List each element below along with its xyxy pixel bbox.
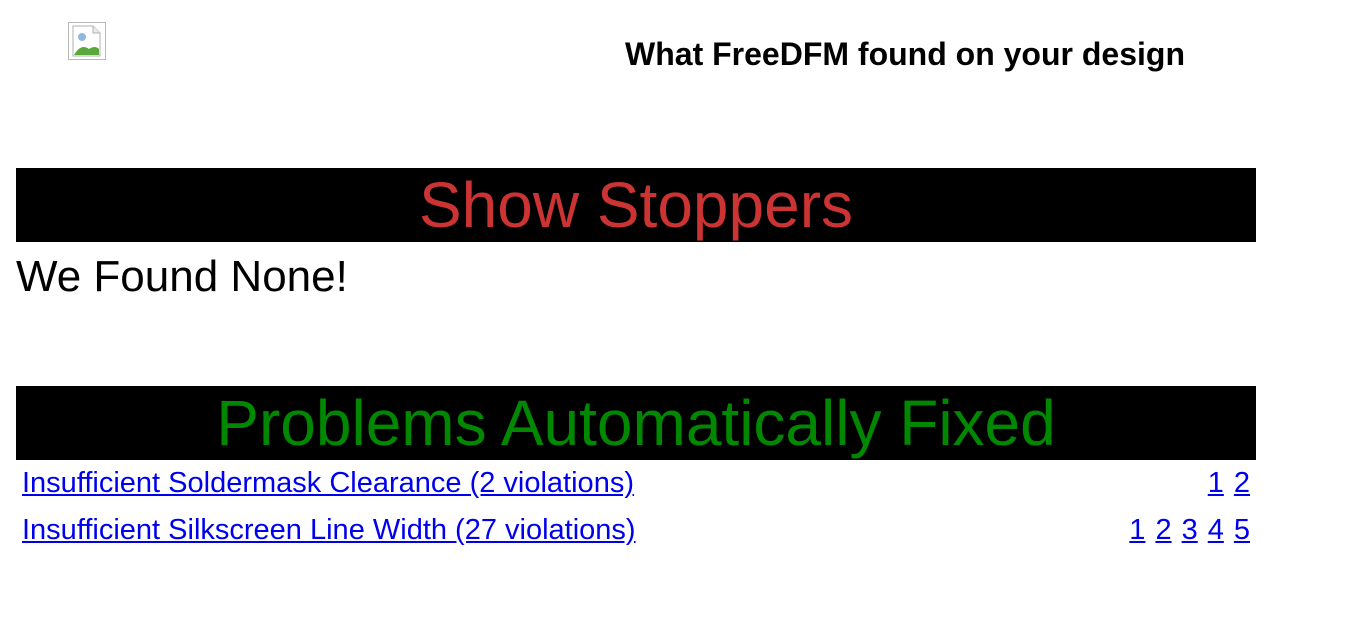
problem-row: Insufficient Silkscreen Line Width (27 v…	[22, 513, 1250, 547]
report-page: What FreeDFM found on your design Show S…	[0, 0, 1348, 632]
page-links: 1 2 3 4 5	[1129, 513, 1250, 547]
page-link-5[interactable]: 5	[1234, 513, 1250, 547]
show-stoppers-message: We Found None!	[16, 252, 348, 301]
broken-image-icon	[68, 22, 106, 60]
auto-fixed-heading: Problems Automatically Fixed	[16, 386, 1256, 460]
show-stoppers-heading: Show Stoppers	[16, 168, 1256, 242]
page-link-2[interactable]: 2	[1155, 513, 1171, 547]
page-link-3[interactable]: 3	[1182, 513, 1198, 547]
page-links: 1 2	[1208, 466, 1250, 500]
problem-link-silkscreen[interactable]: Insufficient Silkscreen Line Width (27 v…	[22, 513, 636, 547]
page-link-2[interactable]: 2	[1234, 466, 1250, 500]
page-link-1[interactable]: 1	[1208, 466, 1224, 500]
problem-link-soldermask[interactable]: Insufficient Soldermask Clearance (2 vio…	[22, 466, 634, 500]
problem-row: Insufficient Soldermask Clearance (2 vio…	[22, 466, 1250, 500]
page-link-1[interactable]: 1	[1129, 513, 1145, 547]
page-link-4[interactable]: 4	[1208, 513, 1224, 547]
page-title: What FreeDFM found on your design	[625, 36, 1185, 72]
